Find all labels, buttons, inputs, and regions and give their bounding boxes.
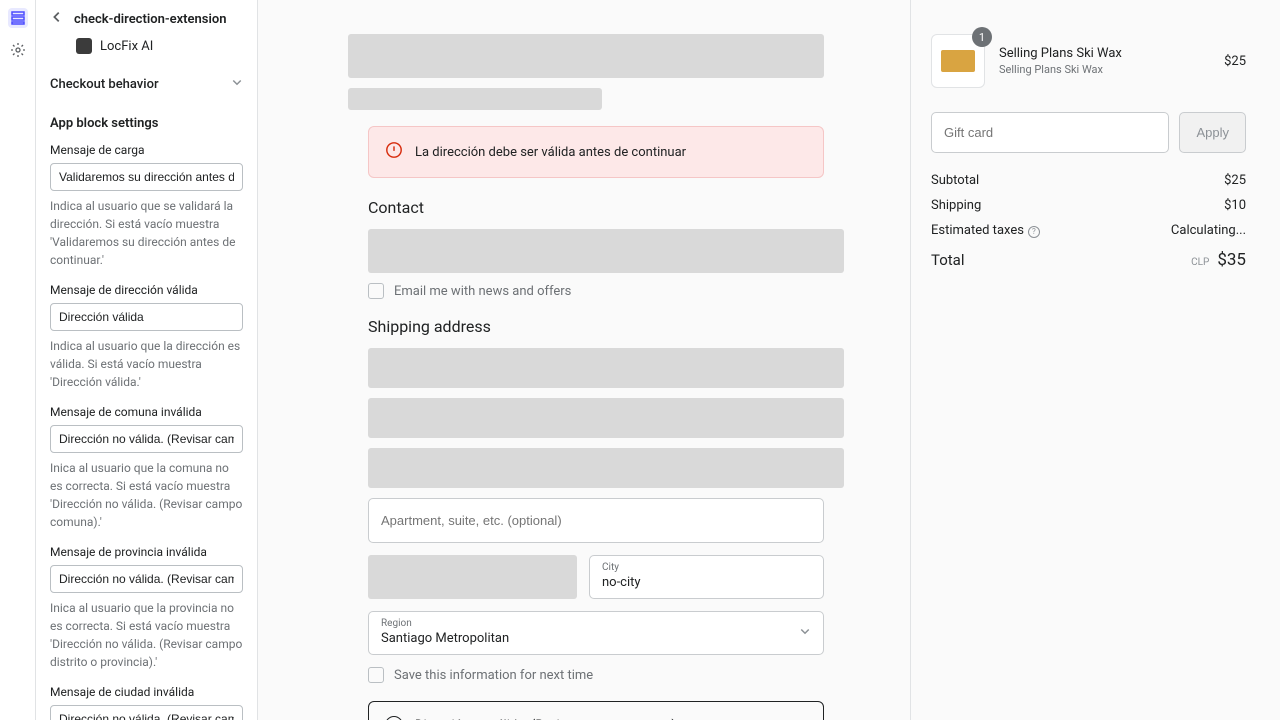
cart-item-name: Selling Plans Ski Wax [999,46,1210,61]
ciudad-message-input[interactable] [50,705,243,720]
settings-sidebar: check-direction-extension LocFix AI Chec… [36,0,258,720]
cart-thumbnail: 1 [931,34,985,88]
gift-card-input[interactable] [931,112,1169,153]
field-help: Inica al usuario que la comuna no es cor… [50,459,243,531]
field-label: Mensaje de comuna inválida [50,405,243,419]
comuna-message-input[interactable] [50,425,243,453]
info-icon[interactable]: ? [1028,226,1040,238]
skeleton-block [348,88,602,110]
shipping-value: $10 [1224,198,1246,213]
app-block-settings-heading: App block settings [36,102,257,139]
city-field[interactable]: City no-city [589,555,824,599]
icon-rail [0,0,36,720]
valid-message-input[interactable] [50,303,243,331]
subtotal-value: $25 [1224,173,1246,188]
skeleton-block [368,398,844,438]
email-news-checkbox[interactable] [368,283,384,299]
validation-message-box: ✕ Dirección no válida. (Revisar campo co… [368,701,824,720]
checkout-preview: La dirección debe ser válida antes de co… [258,0,910,720]
cart-item-variant: Selling Plans Ski Wax [999,63,1210,76]
alert-circle-icon [385,141,403,163]
total-label: Total [931,251,965,269]
loading-message-input[interactable] [50,163,243,191]
settings-gear-icon[interactable] [8,40,28,60]
apply-button[interactable]: Apply [1179,112,1246,153]
sections-icon[interactable] [8,8,28,28]
skeleton-block [368,348,844,388]
shipping-label: Shipping [931,198,981,213]
app-row[interactable]: LocFix AI [36,34,257,66]
field-label: Mensaje de provincia inválida [50,545,243,559]
sidebar-title: check-direction-extension [74,12,226,27]
app-name: LocFix AI [100,39,153,54]
subtotal-label: Subtotal [931,173,979,188]
field-label: Mensaje de dirección válida [50,283,243,297]
apartment-input[interactable] [368,498,824,543]
checkout-behavior-toggle[interactable]: Checkout behavior [36,66,257,102]
field-help: Inica al usuario que la provincia no es … [50,599,243,671]
field-help: Indica al usuario que se validará la dir… [50,197,243,269]
shipping-heading: Shipping address [368,317,890,336]
field-label: Mensaje de carga [50,143,243,157]
app-logo-icon [76,38,92,54]
close-circle-icon: ✕ [385,716,403,720]
skeleton-block [368,229,844,273]
skeleton-block [348,34,824,78]
cart-item: 1 Selling Plans Ski Wax Selling Plans Sk… [931,34,1246,88]
currency-code: CLP [1191,257,1209,268]
chevron-down-icon [231,76,243,92]
back-arrow-icon[interactable] [50,10,64,28]
chevron-down-icon [799,625,811,641]
total-value: $35 [1217,250,1246,270]
qty-badge: 1 [972,27,992,47]
provincia-message-input[interactable] [50,565,243,593]
field-help: Indica al usuario que la dirección es vá… [50,337,243,391]
banner-text: La dirección debe ser válida antes de co… [415,145,686,160]
taxes-value: Calculating... [1171,223,1246,238]
save-info-checkbox[interactable] [368,667,384,683]
region-select[interactable]: Region Santiago Metropolitan [368,611,824,655]
skeleton-block [368,448,844,488]
skeleton-block [368,555,577,599]
error-banner: La dirección debe ser válida antes de co… [368,126,824,178]
email-news-label: Email me with news and offers [394,284,571,299]
save-info-label: Save this information for next time [394,668,593,683]
contact-heading: Contact [368,198,890,217]
field-label: Mensaje de ciudad inválida [50,685,243,699]
order-summary: 1 Selling Plans Ski Wax Selling Plans Sk… [910,0,1280,720]
taxes-label: Estimated taxes? [931,223,1040,238]
cart-item-price: $25 [1224,54,1246,69]
